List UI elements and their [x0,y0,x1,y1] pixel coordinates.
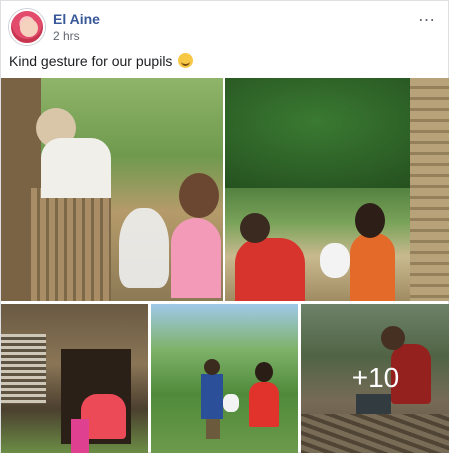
photo-3[interactable] [1,304,148,453]
photo-1[interactable] [1,78,223,301]
window-blinds-shape [1,334,46,404]
more-options-icon[interactable]: … [415,6,439,25]
post-header: El Aine 2 hrs … [9,6,439,45]
woman-head-shape [255,362,273,382]
boy-shorts-shape [206,419,220,439]
woman-shirt-shape [249,382,279,427]
person-shirt-shape [41,138,111,198]
smile-emoji-icon [178,53,194,68]
bag-shape [223,394,239,412]
plastic-bag-shape [119,208,169,288]
woman-shirt-shape [235,238,305,301]
girl-shirt-shape [171,218,221,298]
more-photos-count[interactable]: +10 [301,362,449,394]
bamboo-wall-shape [410,78,449,301]
timestamp[interactable]: 2 hrs [53,29,80,43]
photo-2[interactable] [225,78,449,301]
fence-shape [31,188,111,301]
post-card: El Aine 2 hrs … Kind gesture for our pup… [0,0,449,453]
child-shape [71,419,89,453]
caption-text: Kind gesture for our pupils [9,53,173,69]
photo-4[interactable] [151,304,298,453]
author-name[interactable]: El Aine [53,11,100,27]
girl-head-shape [179,173,219,218]
bag-shape [320,243,350,278]
boy-shirt-shape [201,374,223,419]
post-caption: Kind gesture for our pupils [9,53,194,69]
boy-head-shape [204,359,220,375]
woman-head-shape [240,213,270,243]
girl-dress-shape [350,233,395,301]
girl-head-shape [355,203,385,238]
photo-5[interactable]: +10 [301,304,449,453]
avatar[interactable] [9,9,45,45]
